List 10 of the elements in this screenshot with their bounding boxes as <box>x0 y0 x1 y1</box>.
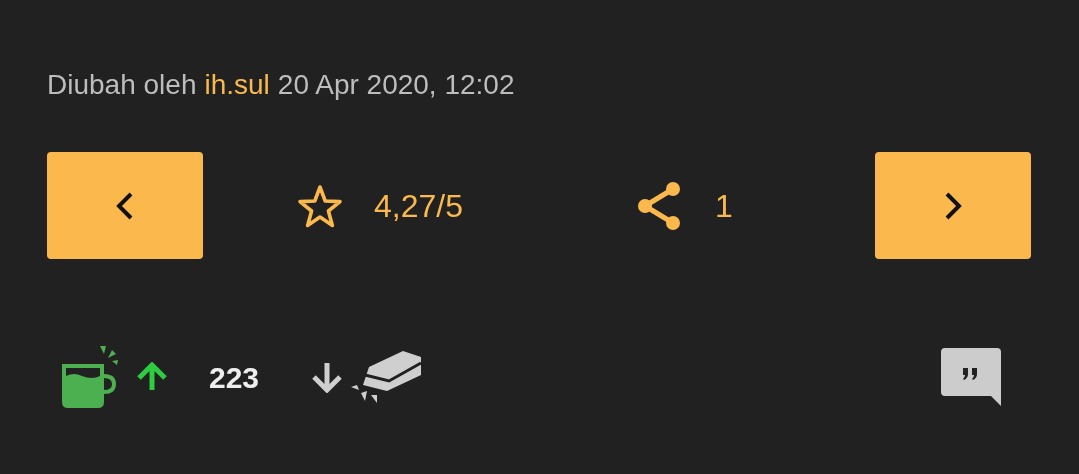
comment-icon[interactable] <box>941 348 1001 406</box>
upvote-arrow-icon[interactable] <box>135 362 169 392</box>
star-icon[interactable] <box>296 182 344 229</box>
edited-label: Diubah oleh <box>47 68 197 102</box>
share-count: 1 <box>714 186 733 226</box>
edited-date: 20 Apr 2020, 12:02 <box>277 68 515 102</box>
cup-icon[interactable] <box>60 344 118 410</box>
user-link[interactable]: ih.sul <box>204 66 270 104</box>
vote-count: 223 <box>209 359 260 396</box>
rating-text: 4,27/5 <box>374 186 463 226</box>
